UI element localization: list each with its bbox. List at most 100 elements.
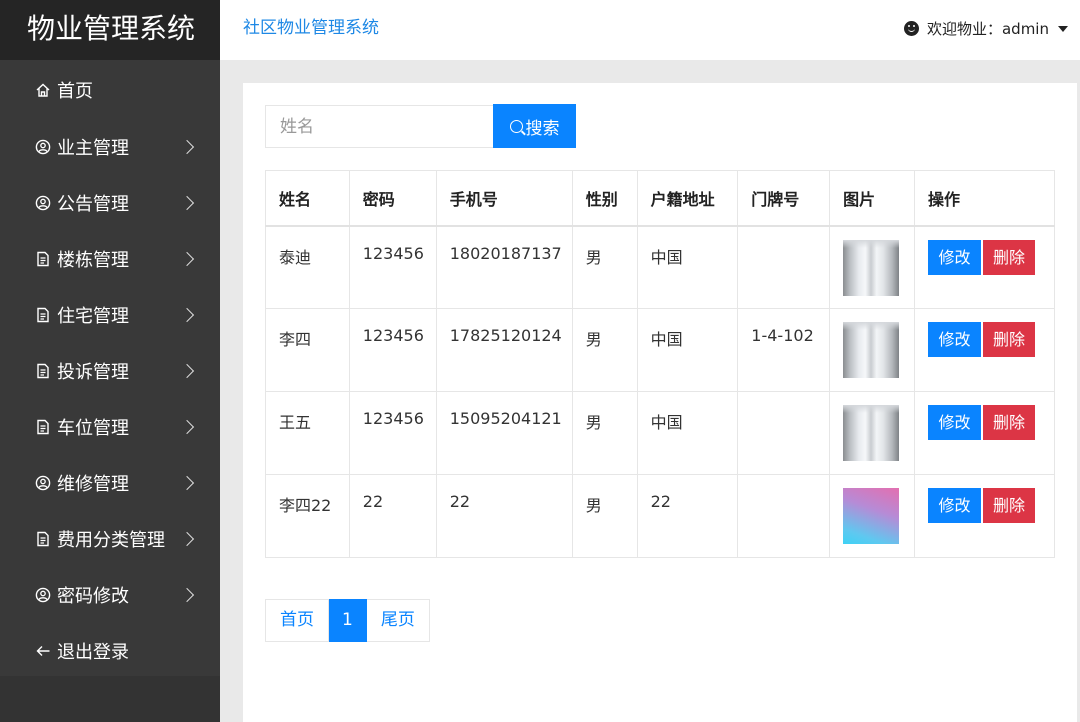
cell-phone: 22 xyxy=(435,474,573,558)
cell-actions: 修改 删除 xyxy=(914,225,1055,309)
user-circle-icon xyxy=(35,195,51,211)
sidebar-item-notice[interactable]: 公告管理 xyxy=(0,175,220,231)
chevron-right-icon xyxy=(179,363,195,379)
column-header: 门牌号 xyxy=(737,170,831,227)
cell-address: 中国 xyxy=(636,391,739,475)
gradient-image-thumbnail xyxy=(843,488,900,544)
sidebar-item-label: 费用分类管理 xyxy=(57,530,165,551)
chevron-right-icon xyxy=(179,251,195,267)
column-header: 性别 xyxy=(571,170,638,227)
cell-image xyxy=(829,225,916,309)
cell-gender: 男 xyxy=(571,474,638,558)
sidebar-item-residence[interactable]: 住宅管理 xyxy=(0,287,220,343)
home-icon xyxy=(35,82,51,98)
cell-address: 22 xyxy=(636,474,739,558)
table-row: 泰迪 123456 18020187137 男 中国 修改 删除 xyxy=(265,225,1055,309)
sidebar-menu: 首页 业主管理 公告管理 楼栋管理 住宅管理 投诉管理 车位管理 维修管理 费用… xyxy=(0,61,220,679)
cell-phone: 18020187137 xyxy=(435,225,573,309)
cell-door: 1-4-102 xyxy=(737,308,831,392)
first-page-button[interactable]: 首页 xyxy=(265,599,329,642)
cell-image xyxy=(829,474,916,558)
sidebar-item-label: 住宅管理 xyxy=(57,306,129,327)
search-button[interactable]: 搜索 xyxy=(493,104,576,148)
sidebar-item-label: 投诉管理 xyxy=(57,362,129,383)
aisle-photo-thumbnail xyxy=(843,405,900,461)
search-button-label: 搜索 xyxy=(525,118,560,139)
chevron-right-icon xyxy=(179,419,195,435)
user-menu-dropdown[interactable]: 欢迎物业：admin xyxy=(903,18,1068,39)
sidebar-item-parking[interactable]: 车位管理 xyxy=(0,399,220,455)
cell-phone: 17825120124 xyxy=(435,308,573,392)
edit-button[interactable]: 修改 xyxy=(928,405,982,440)
chevron-right-icon xyxy=(179,587,195,603)
welcome-user-label: 欢迎物业：admin xyxy=(926,20,1049,38)
user-circle-icon xyxy=(35,139,51,155)
sidebar-item-label: 公告管理 xyxy=(57,194,129,215)
edit-button[interactable]: 修改 xyxy=(928,488,982,523)
cell-actions: 修改 删除 xyxy=(914,391,1055,475)
brand-title: 物业管理系统 xyxy=(0,0,220,60)
user-circle-icon xyxy=(35,587,51,603)
pagination: 首页 1 尾页 xyxy=(265,599,430,642)
owner-table: 姓名 密码 手机号 性别 户籍地址 门牌号 图片 操作 泰迪 123456 18… xyxy=(265,170,1055,558)
column-header: 户籍地址 xyxy=(636,170,739,227)
cell-door xyxy=(737,225,831,309)
cell-name: 王五 xyxy=(265,391,350,475)
sidebar-item-complaint[interactable]: 投诉管理 xyxy=(0,343,220,399)
sidebar-item-label: 楼栋管理 xyxy=(57,250,129,271)
cell-address: 中国 xyxy=(636,225,739,309)
sidebar-footer xyxy=(0,676,220,722)
caret-down-icon xyxy=(1058,25,1068,32)
delete-button[interactable]: 删除 xyxy=(983,322,1036,357)
sidebar-item-label: 业主管理 xyxy=(57,138,129,159)
sidebar-item-building[interactable]: 楼栋管理 xyxy=(0,231,220,287)
cell-image xyxy=(829,308,916,392)
cell-door xyxy=(737,391,831,475)
document-icon xyxy=(35,531,51,547)
cell-name: 李四 xyxy=(265,308,350,392)
cell-gender: 男 xyxy=(571,225,638,309)
cell-name: 李四22 xyxy=(265,474,350,558)
content-panel: 搜索 姓名 密码 手机号 性别 户籍地址 门牌号 图片 操作 泰迪 123456… xyxy=(243,83,1077,722)
delete-button[interactable]: 删除 xyxy=(983,239,1036,275)
arrow-left-icon xyxy=(35,643,51,659)
cell-image xyxy=(829,391,916,475)
cell-actions: 修改 删除 xyxy=(914,308,1055,392)
sidebar-item-repair[interactable]: 维修管理 xyxy=(0,455,220,511)
cell-door xyxy=(737,474,831,558)
search-icon xyxy=(509,119,523,133)
sidebar-item-label: 密码修改 xyxy=(57,586,129,607)
document-icon xyxy=(35,419,51,435)
sidebar-item-home[interactable]: 首页 xyxy=(0,61,220,119)
table-row: 王五 123456 15095204121 男 中国 修改 删除 xyxy=(265,391,1055,475)
cell-password: 123456 xyxy=(348,225,437,309)
sidebar-item-fee-category[interactable]: 费用分类管理 xyxy=(0,511,220,567)
table-row: 李四 123456 17825120124 男 中国 1-4-102 修改 删除 xyxy=(265,308,1055,392)
cell-gender: 男 xyxy=(571,308,638,392)
sidebar-item-logout[interactable]: 退出登录 xyxy=(0,623,220,679)
last-page-button[interactable]: 尾页 xyxy=(366,599,430,642)
current-page-button[interactable]: 1 xyxy=(329,599,367,642)
delete-button[interactable]: 删除 xyxy=(983,488,1036,523)
smile-icon xyxy=(903,21,919,36)
column-header: 手机号 xyxy=(435,170,573,227)
column-header: 密码 xyxy=(348,170,437,227)
document-icon xyxy=(35,251,51,267)
column-header: 姓名 xyxy=(265,170,350,227)
sidebar-item-label: 车位管理 xyxy=(57,418,129,439)
column-header: 图片 xyxy=(829,170,916,227)
sidebar-item-label: 维修管理 xyxy=(57,474,129,495)
edit-button[interactable]: 修改 xyxy=(928,322,982,357)
delete-button[interactable]: 删除 xyxy=(983,405,1036,440)
document-icon xyxy=(35,363,51,379)
sidebar-item-label: 首页 xyxy=(57,81,93,102)
sidebar-item-owner[interactable]: 业主管理 xyxy=(0,119,220,175)
cell-address: 中国 xyxy=(636,308,739,392)
sidebar-item-password[interactable]: 密码修改 xyxy=(0,567,220,623)
search-input[interactable] xyxy=(265,105,493,148)
sidebar-item-label: 退出登录 xyxy=(57,642,129,663)
cell-phone: 15095204121 xyxy=(435,391,573,475)
edit-button[interactable]: 修改 xyxy=(928,239,982,275)
topbar: 社区物业管理系统 欢迎物业：admin xyxy=(220,0,1080,60)
system-title-link[interactable]: 社区物业管理系统 xyxy=(243,13,379,38)
